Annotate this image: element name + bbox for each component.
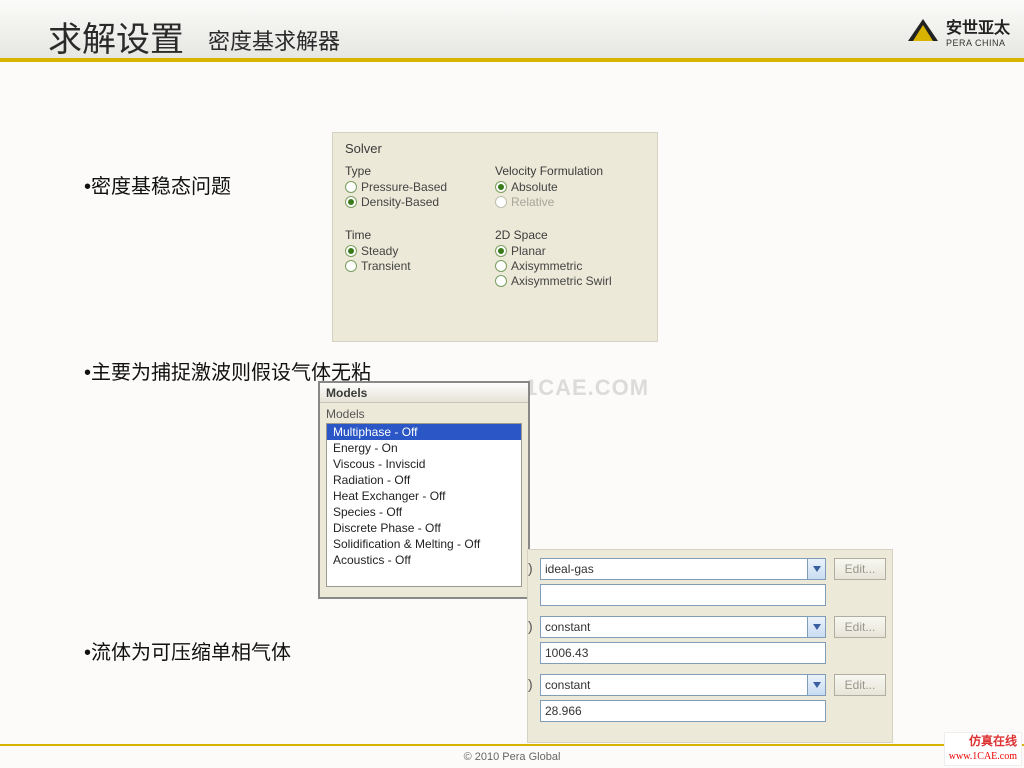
- edit-button[interactable]: Edit...: [834, 558, 886, 580]
- radio-icon: [345, 245, 357, 257]
- radio-transient[interactable]: Transient: [345, 259, 495, 273]
- type-label: Type: [345, 164, 495, 178]
- property-density-combo[interactable]: [540, 558, 826, 580]
- list-item[interactable]: Heat Exchanger - Off: [327, 488, 521, 504]
- source-watermark: 仿真在线 www.1CAE.com: [944, 732, 1022, 766]
- time-label: Time: [345, 228, 495, 242]
- watermark: 1CAE.COM: [525, 375, 649, 401]
- radio-planar[interactable]: Planar: [495, 244, 655, 258]
- radio-axisymmetric[interactable]: Axisymmetric: [495, 259, 655, 273]
- solver-velocity-group: Velocity Formulation Absolute Relative: [495, 164, 655, 210]
- radio-icon: [495, 245, 507, 257]
- combo-input[interactable]: [540, 674, 808, 696]
- radio-label: Axisymmetric: [511, 259, 582, 273]
- edit-button[interactable]: Edit...: [834, 616, 886, 638]
- combo-input[interactable]: [540, 616, 808, 638]
- radio-pressure-based[interactable]: Pressure-Based: [345, 180, 495, 194]
- radio-absolute[interactable]: Absolute: [495, 180, 655, 194]
- chevron-down-icon[interactable]: [808, 674, 826, 696]
- radio-density-based[interactable]: Density-Based: [345, 195, 495, 209]
- radio-icon: [495, 260, 507, 272]
- radio-label: Transient: [361, 259, 411, 273]
- radio-label: Relative: [511, 195, 554, 209]
- combo-input[interactable]: [540, 558, 808, 580]
- list-item[interactable]: Solidification & Melting - Off: [327, 536, 521, 552]
- models-listbox[interactable]: Multiphase - Off Energy - On Viscous - I…: [326, 423, 522, 587]
- list-item[interactable]: Multiphase - Off: [327, 424, 521, 440]
- models-panel: Models Models Multiphase - Off Energy - …: [318, 381, 530, 599]
- radio-axisymmetric-swirl[interactable]: Axisymmetric Swirl: [495, 274, 655, 288]
- radio-icon: [345, 196, 357, 208]
- list-item[interactable]: Viscous - Inviscid: [327, 456, 521, 472]
- list-item[interactable]: Acoustics - Off: [327, 552, 521, 568]
- models-titlebar: Models: [320, 381, 528, 403]
- footer-copyright: © 2010 Pera Global: [0, 744, 1024, 768]
- value-input[interactable]: [540, 584, 826, 606]
- bullet-3: •流体为可压缩单相气体: [84, 636, 291, 665]
- list-item[interactable]: Radiation - Off: [327, 472, 521, 488]
- radio-label: Pressure-Based: [361, 180, 447, 194]
- edit-button[interactable]: Edit...: [834, 674, 886, 696]
- property-molwt-combo[interactable]: [540, 674, 826, 696]
- chevron-down-icon[interactable]: [808, 616, 826, 638]
- radio-label: Planar: [511, 244, 546, 258]
- radio-relative: Relative: [495, 195, 655, 209]
- paren-icon: ): [528, 560, 533, 576]
- list-item[interactable]: Energy - On: [327, 440, 521, 456]
- radio-icon: [345, 181, 357, 193]
- chevron-down-icon[interactable]: [808, 558, 826, 580]
- logo-en-text: PERA CHINA: [946, 38, 1010, 48]
- value-input[interactable]: [540, 700, 826, 722]
- radio-label: Steady: [361, 244, 398, 258]
- property-cp-combo[interactable]: [540, 616, 826, 638]
- solver-time-group: Time Steady Transient: [345, 228, 495, 289]
- value-input[interactable]: [540, 642, 826, 664]
- logo-triangle-icon: [906, 17, 940, 45]
- radio-icon: [495, 181, 507, 193]
- radio-icon: [495, 196, 507, 208]
- solver-panel: Solver Type Pressure-Based Density-Based…: [332, 132, 658, 342]
- title-sub: 密度基求解器: [208, 24, 340, 56]
- brand-logo: 安世亚太 PERA CHINA: [906, 14, 1010, 48]
- logo-cn-text: 安世亚太: [946, 14, 1010, 38]
- material-properties-panel: ) Edit... ) Edit... ): [527, 549, 893, 743]
- space-label: 2D Space: [495, 228, 655, 242]
- bullet-1: •密度基稳态问题: [84, 170, 231, 199]
- list-item[interactable]: Discrete Phase - Off: [327, 520, 521, 536]
- property-density-value[interactable]: [540, 584, 826, 606]
- paren-icon: ): [528, 676, 533, 692]
- paren-icon: ): [528, 618, 533, 634]
- radio-label: Density-Based: [361, 195, 439, 209]
- corner-cn: 仿真在线: [949, 735, 1017, 749]
- models-group-label: Models: [320, 403, 528, 423]
- corner-url[interactable]: www.1CAE.com: [949, 751, 1017, 762]
- slide-header: 求解设置 密度基求解器 安世亚太 PERA CHINA: [0, 0, 1024, 62]
- radio-label: Axisymmetric Swirl: [511, 274, 612, 288]
- solver-space-group: 2D Space Planar Axisymmetric Axisymmetri…: [495, 228, 655, 289]
- radio-steady[interactable]: Steady: [345, 244, 495, 258]
- radio-icon: [495, 275, 507, 287]
- title-main: 求解设置: [48, 12, 184, 61]
- property-molwt-value[interactable]: [540, 700, 826, 722]
- radio-icon: [345, 260, 357, 272]
- velocity-label: Velocity Formulation: [495, 164, 655, 178]
- solver-title: Solver: [345, 141, 645, 156]
- list-item[interactable]: Species - Off: [327, 504, 521, 520]
- property-cp-value[interactable]: [540, 642, 826, 664]
- solver-type-group: Type Pressure-Based Density-Based: [345, 164, 495, 210]
- radio-label: Absolute: [511, 180, 558, 194]
